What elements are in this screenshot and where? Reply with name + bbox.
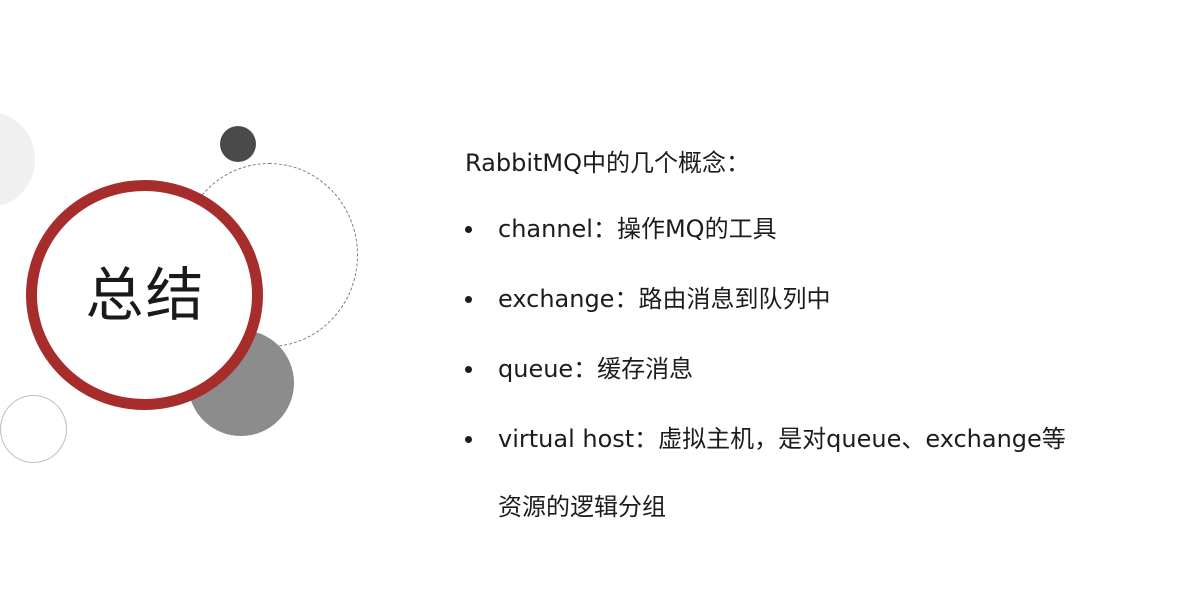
slide-title: 总结 (85, 261, 206, 329)
bullet-icon (465, 226, 472, 233)
list-item-text: virtual host：虚拟主机，是对queue、exchange等 (498, 425, 1066, 453)
bullet-icon (465, 366, 472, 373)
list-item-text: exchange：路由消息到队列中 (498, 285, 831, 313)
background-blob-decoration (0, 112, 35, 207)
concepts-heading: RabbitMQ中的几个概念： (465, 149, 750, 177)
list-item-text: channel：操作MQ的工具 (498, 215, 777, 243)
bullet-icon (465, 436, 472, 443)
list-item-continuation: 资源的逻辑分组 (498, 493, 666, 521)
title-ring: 总结 (26, 180, 263, 410)
slide: 总结 RabbitMQ中的几个概念： channel：操作MQ的工具 excha… (0, 0, 1180, 605)
outline-circle-decoration (0, 395, 67, 463)
bullet-icon (465, 296, 472, 303)
dark-dot-decoration (220, 126, 256, 162)
list-item-text: queue：缓存消息 (498, 355, 694, 383)
